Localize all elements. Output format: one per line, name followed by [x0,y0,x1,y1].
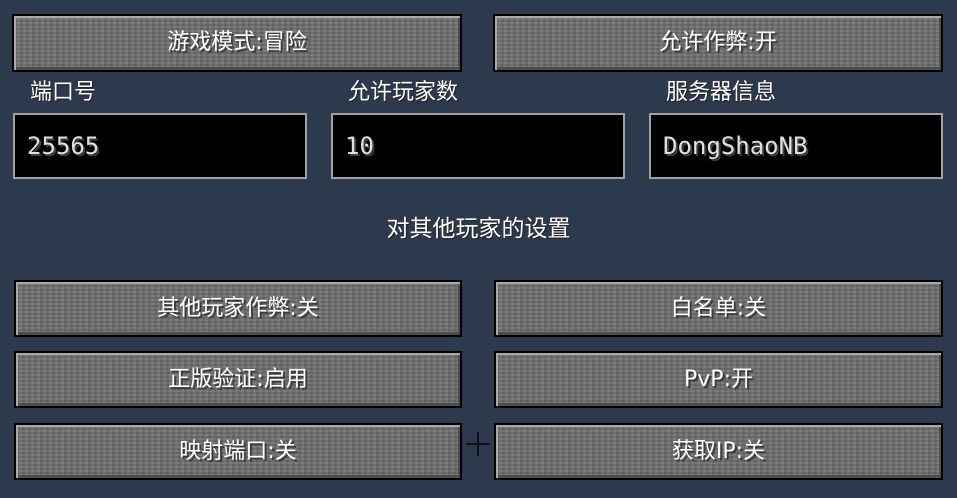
game-mode-button[interactable]: 游戏模式:冒险 [12,14,462,72]
whitelist-button[interactable]: 白名单:关 [494,280,943,337]
server-info-label: 服务器信息 [666,80,777,105]
section-title: 对其他玩家的设置 [386,216,571,242]
port-input[interactable]: 25565 [13,113,307,179]
port-label: 端口号 [30,80,97,105]
other-players-cheats-button[interactable]: 其他玩家作弊:关 [14,280,462,337]
allow-cheats-button[interactable]: 允许作弊:开 [493,14,943,72]
max-players-label: 允许玩家数 [348,80,459,105]
port-mapping-button[interactable]: 映射端口:关 [14,423,462,480]
pvp-button[interactable]: PvP:开 [494,351,943,408]
max-players-input[interactable]: 10 [331,113,625,179]
get-ip-button[interactable]: 获取IP:关 [494,423,943,480]
online-mode-button[interactable]: 正版验证:启用 [14,351,462,408]
server-info-input[interactable]: DongShaoNB [649,113,943,179]
crosshair-icon [466,432,490,456]
